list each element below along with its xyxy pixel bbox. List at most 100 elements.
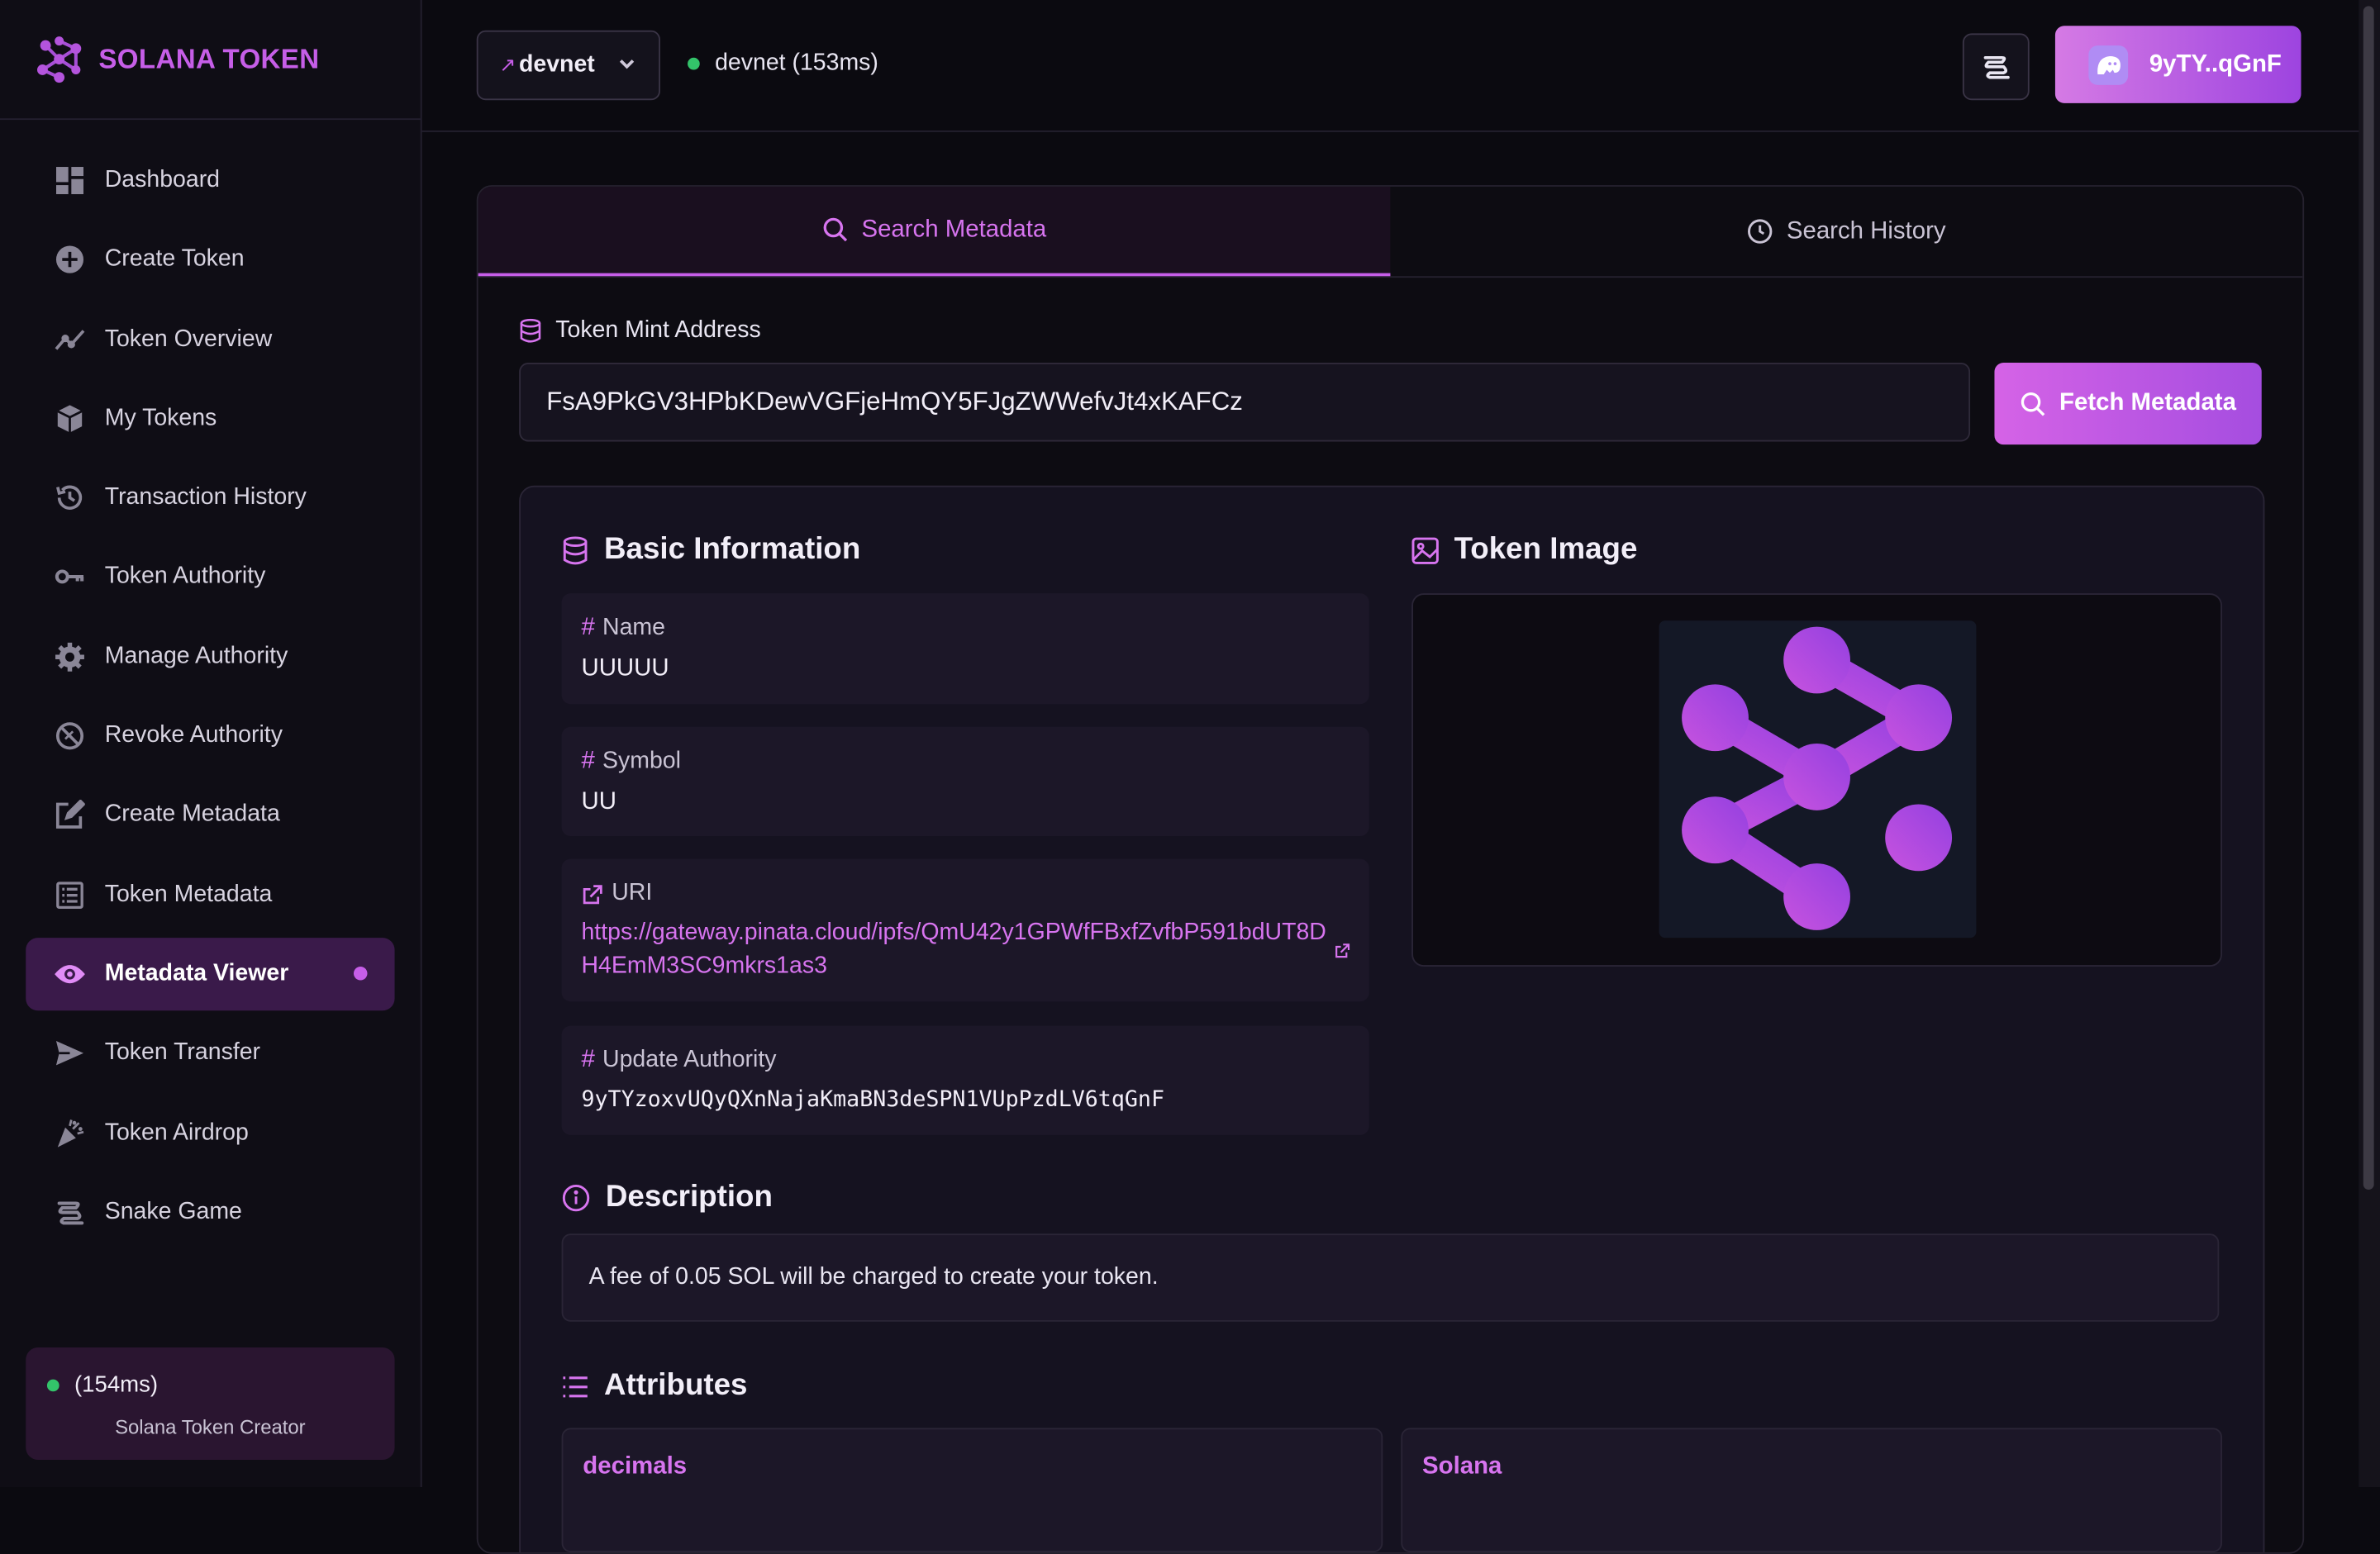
dashboard-icon bbox=[53, 164, 86, 197]
sidebar-item-token-transfer[interactable]: Token Transfer bbox=[26, 1017, 394, 1090]
list-icon bbox=[563, 1376, 588, 1397]
tab-search-history[interactable]: Search History bbox=[1390, 187, 2302, 276]
sidebar-item-label: Token Metadata bbox=[104, 881, 273, 907]
mint-address-input[interactable] bbox=[519, 362, 1971, 442]
plus-circle-icon bbox=[53, 243, 86, 276]
metadata-result-card: Basic Information # Name UUUUU # Symbol UU… bbox=[519, 485, 2265, 1552]
attribute-card: Solana bbox=[1401, 1428, 2222, 1552]
token-image-heading: Token Image bbox=[1411, 533, 1637, 568]
metadata-panel: Search Metadata Search History Token Min… bbox=[476, 185, 2305, 1554]
latency-text: (154ms) bbox=[74, 1371, 159, 1398]
symbol-label: # Symbol bbox=[581, 748, 680, 776]
sidebar-item-metadata-viewer[interactable]: Metadata Viewer bbox=[26, 938, 395, 1011]
sidebar-item-label: Token Transfer bbox=[104, 1039, 261, 1066]
uri-link[interactable]: https://gateway.pinata.cloud/ipfs/QmU42y… bbox=[581, 916, 1328, 983]
external-link-icon[interactable] bbox=[1334, 943, 1350, 959]
token-image-frame bbox=[1411, 593, 2222, 967]
description-heading: Description bbox=[562, 1181, 773, 1215]
scrollbar-thumb[interactable] bbox=[2363, 6, 2374, 1190]
info-icon bbox=[562, 1184, 590, 1212]
snake-game-button[interactable] bbox=[1962, 33, 2030, 101]
tab-bar: Search Metadata Search History bbox=[478, 186, 2303, 278]
name-label: # Name bbox=[581, 615, 665, 642]
fetch-metadata-label: Fetch Metadata bbox=[2059, 390, 2236, 416]
sidebar-item-label: Transaction History bbox=[104, 484, 307, 511]
key-icon bbox=[53, 561, 86, 594]
list-doc-icon bbox=[53, 878, 86, 911]
sidebar-item-token-overview[interactable]: Token Overview bbox=[26, 303, 394, 376]
sidebar-nav: Dashboard Create Token Token Overview My… bbox=[26, 144, 395, 1255]
sidebar-item-create-token[interactable]: Create Token bbox=[26, 224, 394, 297]
symbol-field: # Symbol UU bbox=[561, 726, 1369, 837]
token-image-title: Token Image bbox=[1454, 532, 1638, 567]
hash-icon: # bbox=[581, 748, 595, 774]
sidebar-item-create-metadata[interactable]: Create Metadata bbox=[26, 779, 394, 852]
wallet-avatar-icon bbox=[2088, 45, 2129, 84]
fetch-metadata-button[interactable]: Fetch Metadata bbox=[1994, 362, 2262, 445]
name-field: # Name UUUUU bbox=[561, 593, 1369, 705]
snake-icon bbox=[53, 1195, 86, 1228]
image-icon bbox=[1411, 536, 1439, 563]
external-link-icon bbox=[583, 884, 602, 904]
network-status-text: devnet (153ms) bbox=[715, 50, 878, 76]
eye-icon bbox=[53, 958, 86, 991]
page-scrollbar[interactable] bbox=[2359, 0, 2380, 1487]
symbol-label-text: Symbol bbox=[602, 748, 681, 774]
sidebar-item-transaction-history[interactable]: Transaction History bbox=[26, 462, 394, 535]
token-image bbox=[1659, 620, 1977, 939]
database-icon bbox=[563, 535, 588, 564]
trend-chart-icon bbox=[53, 322, 86, 355]
block-icon bbox=[53, 720, 86, 753]
sidebar-item-label: Revoke Authority bbox=[104, 722, 283, 748]
attributes-heading: Attributes bbox=[562, 1369, 748, 1404]
wallet-button[interactable]: 9yTY..qGnF bbox=[2054, 26, 2301, 103]
name-label-text: Name bbox=[602, 614, 665, 641]
description-title: Description bbox=[605, 1180, 773, 1214]
sidebar-item-label: Metadata Viewer bbox=[104, 960, 289, 986]
sidebar-item-my-tokens[interactable]: My Tokens bbox=[26, 383, 394, 455]
brand[interactable]: SOLANA TOKEN bbox=[0, 0, 421, 121]
attributes-title: Attributes bbox=[604, 1368, 748, 1403]
status-dot bbox=[688, 57, 700, 70]
network-status-card: (154ms) Solana Token Creator bbox=[26, 1347, 395, 1460]
edit-icon bbox=[53, 799, 86, 832]
search-icon bbox=[822, 217, 847, 242]
attribute-card: decimals bbox=[561, 1428, 1383, 1552]
sidebar-item-snake-game[interactable]: Snake Game bbox=[26, 1176, 394, 1248]
tab-search-metadata[interactable]: Search Metadata bbox=[478, 186, 1391, 277]
network-select-value: devnet bbox=[518, 51, 595, 78]
network-latency: (154ms) bbox=[46, 1371, 159, 1398]
sidebar-item-label: Snake Game bbox=[104, 1198, 242, 1224]
topbar: ↗ devnet devnet (153ms) 9yTY..qGnF bbox=[421, 0, 2380, 132]
network-status: devnet (153ms) bbox=[688, 50, 878, 78]
party-icon bbox=[53, 1116, 86, 1149]
status-dot bbox=[46, 1378, 60, 1391]
sidebar-item-token-metadata[interactable]: Token Metadata bbox=[26, 858, 394, 931]
uri-label: URI bbox=[581, 880, 652, 907]
mint-address-label-text: Token Mint Address bbox=[555, 316, 761, 344]
gear-icon bbox=[53, 640, 86, 673]
mint-address-label: Token Mint Address bbox=[519, 317, 761, 345]
token-logo-icon bbox=[1682, 626, 1953, 930]
sidebar-item-label: Dashboard bbox=[104, 167, 221, 193]
sidebar-item-label: My Tokens bbox=[104, 405, 217, 431]
uri-field: URI https://gateway.pinata.cloud/ipfs/Qm… bbox=[561, 858, 1369, 1002]
update-authority-label-text: Update Authority bbox=[602, 1047, 777, 1073]
sidebar-item-revoke-authority[interactable]: Revoke Authority bbox=[26, 700, 394, 772]
sidebar-item-dashboard[interactable]: Dashboard bbox=[26, 144, 394, 216]
search-icon bbox=[2021, 392, 2044, 416]
attribute-key: Solana bbox=[1422, 1453, 1502, 1480]
uri-label-text: URI bbox=[612, 880, 653, 906]
sidebar-item-label: Manage Authority bbox=[104, 643, 288, 669]
sidebar-item-token-authority[interactable]: Token Authority bbox=[26, 541, 394, 614]
update-authority-field: # Update Authority 9yTYzoxvUQyQXnNajaKmaB… bbox=[561, 1025, 1369, 1135]
sidebar-item-token-airdrop[interactable]: Token Airdrop bbox=[26, 1096, 394, 1169]
description-text: A fee of 0.05 SOL will be charged to cre… bbox=[561, 1233, 2220, 1322]
network-select[interactable]: ↗ devnet bbox=[476, 30, 660, 101]
sidebar-item-label: Create Token bbox=[104, 246, 245, 273]
hash-icon: # bbox=[581, 614, 595, 641]
database-icon bbox=[520, 318, 541, 343]
send-icon bbox=[53, 1037, 86, 1070]
sidebar-item-manage-authority[interactable]: Manage Authority bbox=[26, 620, 394, 693]
sidebar-item-label: Token Overview bbox=[104, 326, 273, 352]
